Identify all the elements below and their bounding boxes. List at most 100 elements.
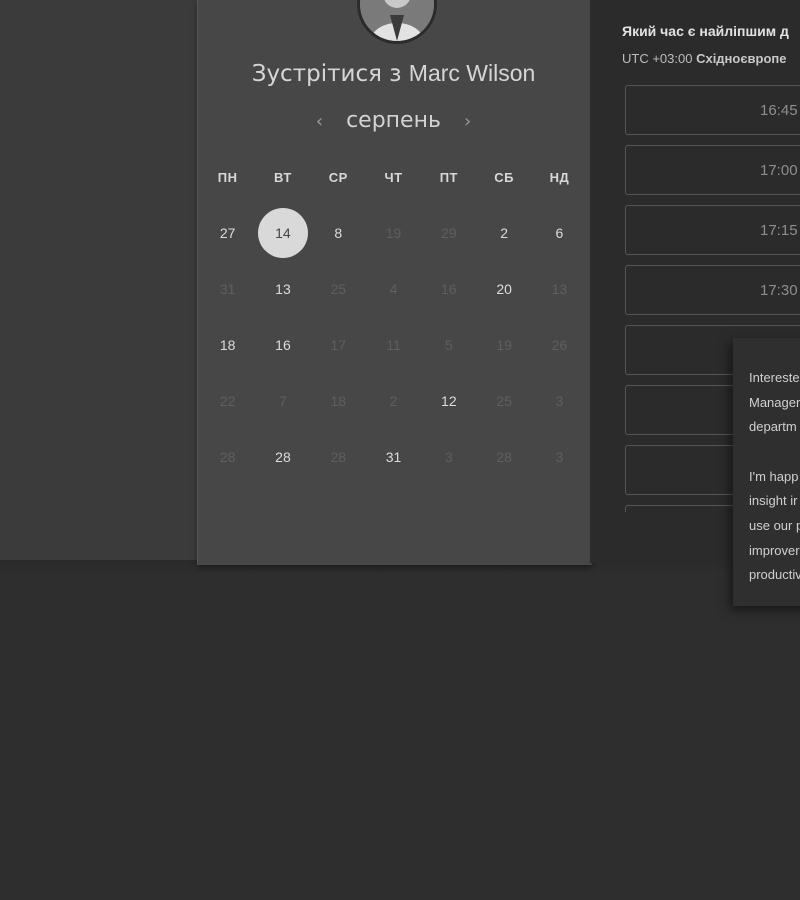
- timezone-offset: UTC +03:00: [622, 51, 693, 66]
- calendar-day-number: 13: [275, 281, 291, 297]
- weekday-label: ЧТ: [384, 170, 403, 185]
- bio-line: improver: [749, 542, 800, 558]
- calendar-day-number: 31: [219, 281, 236, 297]
- time-question-heading: Який час є найліпшим д: [622, 23, 789, 39]
- calendar-day-number: 25: [330, 281, 347, 297]
- calendar-day-number: 16: [275, 337, 291, 353]
- calendar-day: 28: [200, 429, 255, 485]
- calendar-day-number: 7: [279, 393, 287, 409]
- calendar-day: 25: [311, 261, 366, 317]
- calendar-day-selected[interactable]: 14: [255, 205, 310, 261]
- calendar-day-number: 2: [389, 393, 398, 409]
- calendar-day[interactable]: 31: [366, 429, 421, 485]
- weekday-header: ПН ВТ СР ЧТ ПТ СБ НД: [200, 170, 589, 185]
- time-slot-button[interactable]: 17:15: [625, 205, 800, 255]
- calendar-day-number: 19: [496, 337, 512, 353]
- calendar-day[interactable]: 12: [421, 373, 476, 429]
- host-bio-tooltip: Intereste Manager departm I'm happ insig…: [733, 338, 800, 606]
- bio-line: insight ir: [749, 493, 798, 509]
- calendar-day: 16: [421, 261, 476, 317]
- calendar-day-number: 26: [551, 337, 568, 353]
- bio-line: use our p: [749, 517, 800, 533]
- calendar-day-number: 25: [496, 393, 512, 409]
- calendar-day[interactable]: 13: [255, 261, 310, 317]
- bio-paragraph-1: Intereste Manager departm: [733, 366, 800, 440]
- time-slot-button[interactable]: 17:00: [625, 145, 800, 195]
- time-slot-label: 17:30: [760, 282, 798, 299]
- calendar-day-number: 28: [219, 449, 236, 465]
- calendar-day: 18: [311, 373, 366, 429]
- next-month-icon[interactable]: ›: [448, 111, 487, 132]
- calendar-day-number: 28: [330, 449, 347, 465]
- calendar-day: 2: [366, 373, 421, 429]
- calendar-day-number: 17: [330, 337, 347, 353]
- calendar-day: 29: [421, 205, 476, 261]
- timezone-label[interactable]: UTC +03:00 Східноєвропе: [622, 51, 787, 66]
- host-name: Marc Wilson: [408, 60, 536, 86]
- bio-line: I'm happ: [749, 468, 799, 484]
- calendar-day-number: 22: [219, 393, 236, 409]
- calendar-day-number: 31: [385, 449, 402, 465]
- calendar-day: 11: [366, 317, 421, 373]
- weekday-label: ПТ: [439, 170, 458, 185]
- calendar-day-number: 12: [441, 393, 457, 409]
- calendar-day-number: 28: [275, 449, 291, 465]
- calendar-day-number: 19: [385, 225, 402, 241]
- calendar-day[interactable]: 18: [200, 317, 255, 373]
- calendar-day: 3: [532, 373, 587, 429]
- calendar-day[interactable]: 20: [476, 261, 531, 317]
- calendar-day: 4: [366, 261, 421, 317]
- prev-month-icon[interactable]: ‹: [300, 111, 339, 132]
- time-slot-label: 16:45: [760, 102, 798, 119]
- calendar-day: 22: [200, 373, 255, 429]
- calendar-day: 26: [532, 317, 587, 373]
- calendar-day[interactable]: 6: [532, 205, 587, 261]
- calendar-day[interactable]: 16: [255, 317, 310, 373]
- time-slot-button[interactable]: 17:30: [625, 265, 800, 315]
- bio-line: productiv: [749, 567, 800, 583]
- calendar-day-number: 3: [444, 449, 453, 465]
- calendar-day: 19: [476, 317, 531, 373]
- calendar-day: 13: [532, 261, 587, 317]
- calendar-day: 28: [311, 429, 366, 485]
- calendar-day-number: 6: [555, 225, 564, 241]
- calendar-day: 28: [476, 429, 531, 485]
- calendar-day-number: 11: [386, 337, 401, 353]
- weekday-label: ПН: [217, 170, 238, 185]
- calendar-day-number: 13: [551, 281, 568, 297]
- calendar-day-number: 8: [334, 225, 343, 241]
- bio-line: departm: [749, 419, 797, 435]
- calendar-day-number: 18: [330, 393, 347, 409]
- calendar-day: 19: [366, 205, 421, 261]
- calendar-day-number: 27: [219, 225, 236, 241]
- calendar-day-number: 3: [555, 449, 564, 465]
- calendar-grid: 27 14 8 19 29 2 6 31 13 25 4 16 20 13 18 16 17 11 5 19 26 22 7…: [200, 205, 589, 485]
- calendar-day[interactable]: 28: [255, 429, 310, 485]
- calendar-day: 31: [200, 261, 255, 317]
- calendar-day-number: 20: [496, 281, 512, 297]
- month-label: серпень: [346, 108, 441, 133]
- weekday-label: НД: [549, 170, 570, 185]
- calendar-day-number: 14: [257, 208, 308, 258]
- bio-line: Manager: [749, 394, 800, 410]
- calendar-day-number: 28: [496, 449, 512, 465]
- weekday-label: СР: [328, 170, 348, 185]
- time-slot-label: 17:15: [760, 222, 798, 239]
- calendar-day[interactable]: 2: [476, 205, 531, 261]
- calendar-day-number: 4: [389, 281, 398, 297]
- time-slot-button[interactable]: 16:45: [625, 85, 800, 135]
- calendar-day[interactable]: 27: [200, 205, 255, 261]
- bio-line: Intereste: [749, 370, 800, 385]
- timezone-name: Східноєвропе: [696, 51, 787, 66]
- meeting-title: Зустрітися з Marc Wilson: [197, 60, 590, 87]
- calendar-day: 5: [421, 317, 476, 373]
- time-slot-label: 17:00: [760, 162, 798, 179]
- calendar-day[interactable]: 8: [311, 205, 366, 261]
- month-navigation: ‹ серпень ›: [197, 108, 590, 133]
- calendar-day-number: 2: [500, 225, 509, 241]
- meeting-title-prefix: Зустрітися з: [251, 61, 402, 87]
- weekday-label: СБ: [494, 170, 514, 185]
- bio-paragraph-2: I'm happ insight ir use our p improver p…: [733, 465, 800, 588]
- calendar-day-number: 29: [441, 225, 457, 241]
- calendar-day: 3: [532, 429, 587, 485]
